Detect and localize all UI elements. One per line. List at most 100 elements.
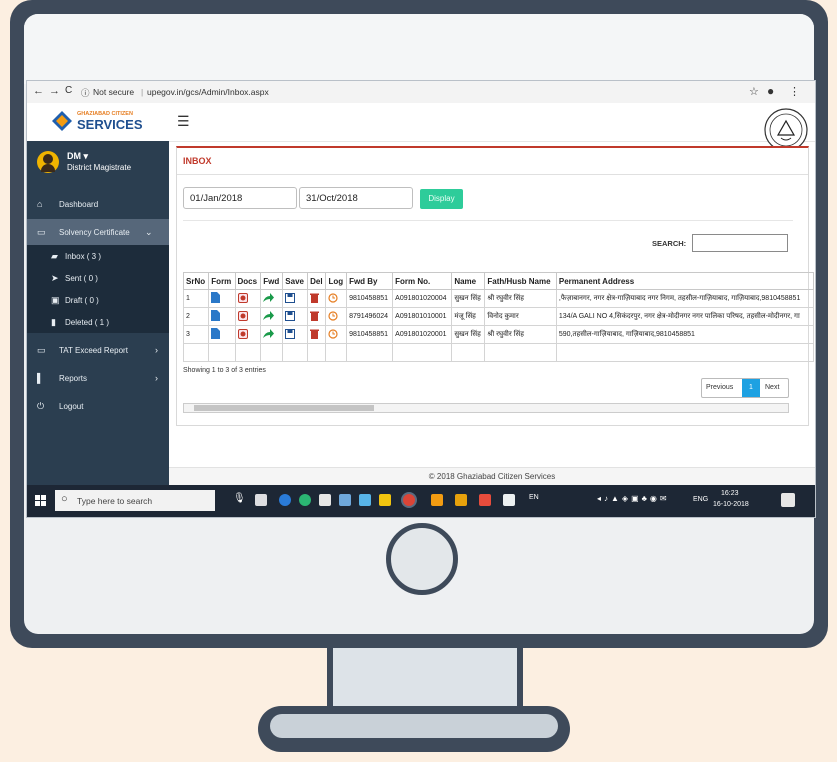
log-icon[interactable] xyxy=(325,289,348,308)
cell-fwdby: 8791496024 xyxy=(346,307,394,326)
to-date-input[interactable]: 31/Oct/2018 xyxy=(299,187,413,209)
star-icon[interactable]: ☆ xyxy=(749,85,759,98)
prev-button[interactable]: Previous xyxy=(706,384,733,391)
cell-address: 590,तहसील-गाज़ियाबाद, गाज़ियाबाद,9810458… xyxy=(555,325,815,344)
sidebar-item-logout[interactable]: ⏻ Logout xyxy=(27,393,169,419)
docs-icon[interactable] xyxy=(234,325,262,344)
url-field[interactable]: upegov.in/gcs/Admin/Inbox.aspx xyxy=(147,87,269,97)
cell-formno: A091801020001 xyxy=(392,325,453,344)
docs-icon[interactable] xyxy=(234,289,262,308)
col-header[interactable]: Docs xyxy=(234,272,262,290)
taskbar-search[interactable]: ○ Type here to search xyxy=(55,490,215,511)
col-header[interactable]: Del xyxy=(307,272,327,290)
forward-icon[interactable] xyxy=(260,289,284,308)
file-icon: ▌ xyxy=(37,373,44,383)
delete-icon[interactable] xyxy=(307,289,327,308)
table-row-empty xyxy=(182,343,815,362)
delete-icon[interactable] xyxy=(307,307,327,326)
forward-icon[interactable] xyxy=(260,325,284,344)
sidebar-item-inbox[interactable]: ▰ Inbox ( 3 ) xyxy=(27,245,169,267)
hamburger-icon[interactable]: ☰ xyxy=(177,113,190,130)
from-date-input[interactable]: 01/Jan/2018 xyxy=(183,187,297,209)
forward-icon[interactable] xyxy=(260,307,284,326)
display-button[interactable]: Display xyxy=(420,189,463,209)
mail-icon[interactable] xyxy=(319,494,331,506)
app-icon[interactable] xyxy=(299,494,311,506)
save-icon[interactable] xyxy=(282,325,309,344)
topbar: ☰ xyxy=(169,103,815,152)
col-header[interactable]: Save xyxy=(282,272,309,290)
chrome-icon[interactable] xyxy=(403,494,415,506)
sidebar-label: Draft ( 0 ) xyxy=(65,296,99,305)
mic-icon[interactable]: 🎙 xyxy=(233,493,246,504)
skype-icon[interactable] xyxy=(359,494,371,506)
save-icon[interactable] xyxy=(282,289,309,308)
col-header[interactable]: Log xyxy=(325,272,348,290)
sidebar-item-draft[interactable]: ▣ Draft ( 0 ) xyxy=(27,289,169,311)
sidebar-item-deleted[interactable]: ▮ Deleted ( 1 ) xyxy=(27,311,169,333)
app-icon[interactable] xyxy=(503,494,515,506)
sidebar-item-dashboard[interactable]: ⌂ Dashboard xyxy=(27,191,169,217)
docs-icon[interactable] xyxy=(234,307,262,326)
menu-dots-icon[interactable]: ⋮ xyxy=(789,85,800,98)
delete-icon[interactable] xyxy=(307,325,327,344)
lang-short[interactable]: EN xyxy=(529,494,539,501)
app-icon[interactable] xyxy=(339,494,351,506)
col-header[interactable]: Fwd By xyxy=(346,272,394,290)
col-header[interactable]: Name xyxy=(451,272,486,290)
tray-icons[interactable]: ◂♪▲◈▣♣◉✉ xyxy=(597,494,670,503)
sidebar-item-tat[interactable]: ▭ TAT Exceed Report › xyxy=(27,337,169,363)
app-icon[interactable] xyxy=(431,494,443,506)
page-1-button[interactable]: 1 xyxy=(742,379,760,397)
edge-icon[interactable] xyxy=(279,494,291,506)
sidebar-label: Dashboard xyxy=(59,200,99,209)
sidebar-item-solvency[interactable]: ▭ Solvency Certificate ⌄ xyxy=(27,219,169,245)
folder-icon: ▭ xyxy=(37,227,46,237)
save-icon[interactable] xyxy=(282,307,309,326)
logo-area[interactable]: GHAZIABAD CITIZEN SERVICES xyxy=(27,103,169,142)
windows-icon[interactable] xyxy=(35,495,46,506)
table-row: 2 8791496024 A091801010001 मंजू सिंह विन… xyxy=(182,307,815,326)
form-icon[interactable] xyxy=(208,289,236,308)
sidebar-item-sent[interactable]: ➤ Sent ( 0 ) xyxy=(27,267,169,289)
col-header[interactable]: Permanent Address xyxy=(555,272,815,290)
app-icon[interactable] xyxy=(455,494,467,506)
clock-time[interactable]: 16:23 xyxy=(721,490,739,497)
scrollbar-thumb[interactable] xyxy=(194,405,374,411)
table-row: 3 9810458851 A091801020001 सुखन सिंह श्र… xyxy=(182,325,815,344)
reload-icon[interactable]: C xyxy=(65,85,72,96)
folder-icon[interactable] xyxy=(379,494,391,506)
clock-date[interactable]: 16-10-2018 xyxy=(713,501,749,508)
back-icon[interactable]: ← xyxy=(33,85,44,97)
col-header[interactable]: Form No. xyxy=(392,272,453,290)
monitor-top xyxy=(24,14,814,84)
task-view-icon[interactable] xyxy=(255,494,267,506)
user-name[interactable]: DM ▾ xyxy=(67,151,88,162)
next-button[interactable]: Next xyxy=(765,384,779,391)
logo-icon xyxy=(52,111,72,131)
horizontal-scrollbar[interactable] xyxy=(183,403,789,413)
taskbar: ○ Type here to search 🎙 EN ◂♪▲◈▣♣◉✉ ENG … xyxy=(27,485,815,517)
log-icon[interactable] xyxy=(325,307,348,326)
form-icon[interactable] xyxy=(208,307,236,326)
account-icon[interactable]: ● xyxy=(767,84,774,98)
taskbar-search-text: Type here to search xyxy=(77,496,153,506)
search-input[interactable] xyxy=(692,234,788,252)
notification-icon[interactable] xyxy=(781,493,795,507)
col-header[interactable]: Form xyxy=(208,272,236,290)
lang-indicator[interactable]: ENG xyxy=(693,496,708,503)
page-footer: © 2018 Ghaziabad Citizen Services xyxy=(169,467,815,486)
log-icon[interactable] xyxy=(325,325,348,344)
form-icon[interactable] xyxy=(208,325,236,344)
power-button[interactable] xyxy=(386,523,458,595)
cell-srno: 1 xyxy=(182,289,210,308)
search-circle-icon: ○ xyxy=(61,493,68,505)
info-icon[interactable]: ⓘ xyxy=(81,87,90,99)
cell-fwdby: 9810458851 xyxy=(346,289,394,308)
forward-icon[interactable]: → xyxy=(49,85,60,97)
sidebar-item-reports[interactable]: ▌ Reports › xyxy=(27,365,169,391)
col-header[interactable]: Fwd xyxy=(260,272,284,290)
col-header[interactable]: SrNo xyxy=(182,272,210,290)
col-header[interactable]: Fath/Husb Name xyxy=(484,272,557,290)
app-icon[interactable] xyxy=(479,494,491,506)
